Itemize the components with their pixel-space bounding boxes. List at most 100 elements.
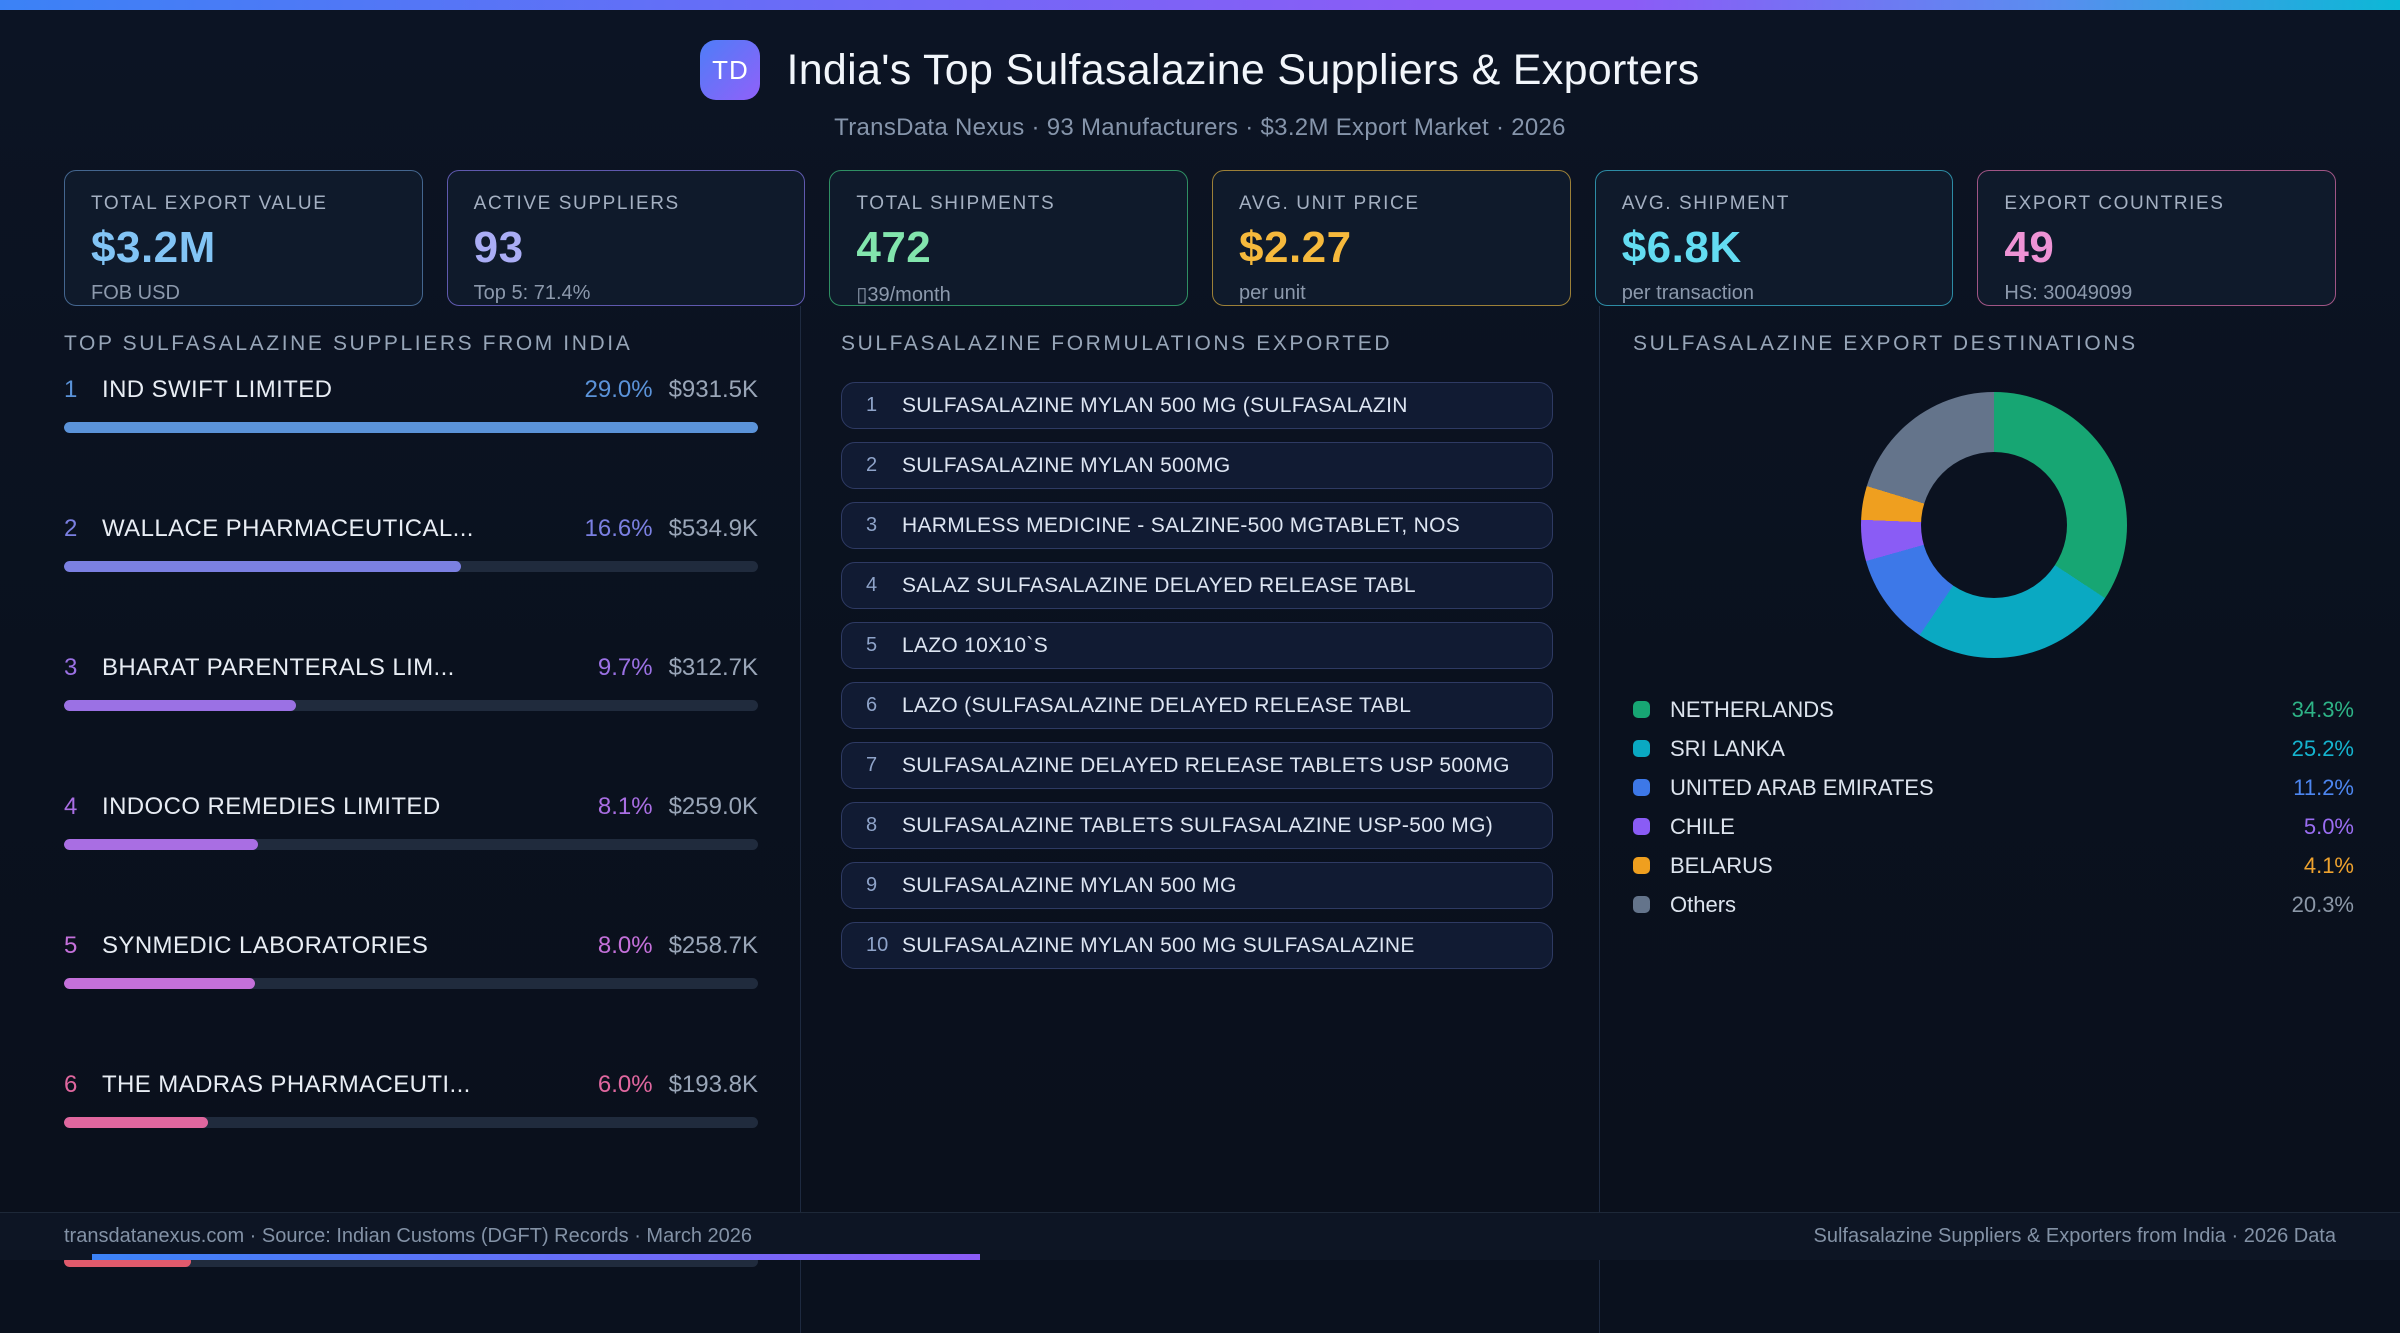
supplier-row-4[interactable]: 4 INDOCO REMEDIES LIMITED 8.1% $259.0K [64, 793, 758, 916]
supplier-bar-fill [64, 1117, 208, 1128]
stat-value: $3.2M [91, 223, 216, 272]
supplier-export-value: $193.8K [668, 1071, 758, 1098]
formulation-name: LAZO 10X10`S [902, 633, 1049, 657]
supplier-share-pct: 9.7% [597, 654, 653, 681]
legend-pct: 20.3% [2291, 891, 2354, 917]
legend-swatch [1633, 779, 1650, 796]
supplier-head: 6 THE MADRAS PHARMACEUTI... 6.0% $193.8K [64, 1071, 758, 1099]
legend-item-belarus[interactable]: BELARUS 4.1% [1633, 846, 2354, 885]
legend-pct: 11.2% [2293, 774, 2354, 800]
supplier-row-1[interactable]: 1 IND SWIFT LIMITED 29.0% $931.5K [64, 376, 758, 499]
formulation-name: SULFASALAZINE MYLAN 500 MG SULFASALAZINE [902, 933, 1415, 957]
legend-swatch [1633, 896, 1650, 913]
stats-row: TOTAL EXPORT VALUE $3.2M FOB USD ACTIVE SUP… [0, 170, 2400, 306]
footer-source-text: transdatanexus.com · Source: Indian Cust… [64, 1225, 753, 1247]
supplier-row-2[interactable]: 2 WALLACE PHARMACEUTICAL... 16.6% $534.9K [64, 515, 758, 638]
supplier-head: 5 SYNMEDIC LABORATORIES 8.0% $258.7K [64, 932, 758, 960]
stat-label: TOTAL EXPORT VALUE [91, 193, 328, 214]
stat-card-avg-unit-price: AVG. UNIT PRICE $2.27 per unit [1212, 170, 1571, 306]
formulation-rank: 1 [866, 394, 878, 416]
supplier-row-6[interactable]: 6 THE MADRAS PHARMACEUTI... 6.0% $193.8K [64, 1071, 758, 1194]
stat-value: $6.8K [1621, 223, 1742, 272]
formulation-pill-10[interactable]: 10 SULFASALAZINE MYLAN 500 MG SULFASALAZI… [841, 922, 1553, 969]
bottom-accent-bar [92, 1254, 980, 1260]
supplier-bar-track [64, 561, 758, 572]
stat-card-avg-shipment: AVG. SHIPMENT $6.8K per transaction [1594, 170, 1954, 306]
formulation-rank: 6 [866, 694, 878, 716]
legend-item-united-arab-emirates[interactable]: UNITED ARAB EMIRATES 11.2% [1633, 768, 2354, 807]
supplier-bar-fill [64, 561, 462, 572]
stat-card-total-shipments: TOTAL SHIPMENTS 472 ▯39/month [829, 170, 1189, 306]
destinations-panel: SULFASALAZINE EXPORT DESTINATIONS NETHER… [1600, 306, 2400, 1333]
legend-pct: 4.1% [2303, 852, 2354, 878]
supplier-name: SYNMEDIC LABORATORIES [102, 932, 429, 959]
supplier-share-pct: 8.1% [597, 793, 653, 820]
legend-label: CHILE [1670, 813, 1735, 839]
formulation-pill-7[interactable]: 7 SULFASALAZINE DELAYED RELEASE TABLETS U… [841, 742, 1553, 789]
stat-sub: per unit [1239, 282, 1306, 304]
stat-sub: ▯39/month [856, 284, 951, 306]
supplier-export-value: $312.7K [668, 654, 758, 681]
supplier-head: 1 IND SWIFT LIMITED 29.0% $931.5K [64, 376, 758, 404]
supplier-rank: 3 [64, 654, 78, 681]
legend-swatch [1633, 701, 1650, 718]
legend-item-chile[interactable]: CHILE 5.0% [1633, 807, 2354, 846]
formulation-pill-8[interactable]: 8 SULFASALAZINE TABLETS SULFASALAZINE USP… [841, 802, 1553, 849]
suppliers-list: 1 IND SWIFT LIMITED 29.0% $931.5K 2 WALLACE P… [64, 376, 758, 1333]
header: TD India's Top Sulfasalazine Suppliers &… [0, 40, 2400, 100]
formulation-name: SULFASALAZINE MYLAN 500MG [902, 453, 1231, 477]
stat-label: AVG. SHIPMENT [1621, 193, 1790, 214]
stat-sub: HS: 30049099 [2004, 282, 2133, 304]
legend-item-others[interactable]: Others 20.3% [1633, 885, 2354, 924]
supplier-row-3[interactable]: 3 BHARAT PARENTERALS LIM... 9.7% $312.7K [64, 654, 758, 777]
supplier-export-value: $258.7K [668, 932, 758, 959]
formulation-name: SULFASALAZINE DELAYED RELEASE TABLETS US… [902, 753, 1510, 777]
legend-pct: 25.2% [2291, 735, 2354, 761]
page-subtitle: TransData Nexus · 93 Manufacturers · $3.… [834, 114, 1566, 141]
formulation-pill-2[interactable]: 2 SULFASALAZINE MYLAN 500MG [841, 442, 1553, 489]
supplier-bar-fill [64, 422, 758, 433]
supplier-name: IND SWIFT LIMITED [102, 376, 333, 403]
formulation-pill-5[interactable]: 5 LAZO 10X10`S [841, 622, 1553, 669]
donut-chart [1860, 392, 2127, 658]
formulation-name: SULFASALAZINE MYLAN 500 MG [902, 873, 1237, 897]
supplier-name: WALLACE PHARMACEUTICAL... [102, 515, 474, 542]
formulation-rank: 8 [866, 814, 878, 836]
supplier-bar-track [64, 1117, 758, 1128]
supplier-export-value: $534.9K [668, 515, 758, 542]
suppliers-title: TOP SULFASALAZINE SUPPLIERS FROM INDIA [64, 332, 633, 355]
formulation-name: SULFASALAZINE TABLETS SULFASALAZINE USP-… [902, 813, 1494, 837]
stat-value: $2.27 [1239, 223, 1352, 272]
supplier-name: INDOCO REMEDIES LIMITED [102, 793, 441, 820]
formulation-pill-3[interactable]: 3 HARMLESS MEDICINE - SALZINE-500 MGTABLE… [841, 502, 1553, 549]
formulation-pill-6[interactable]: 6 LAZO (SULFASALAZINE DELAYED RELEASE TAB… [841, 682, 1553, 729]
supplier-export-value: $931.5K [668, 376, 758, 403]
supplier-rank: 5 [64, 932, 78, 959]
formulation-name: HARMLESS MEDICINE - SALZINE-500 MGTABLET… [902, 513, 1461, 537]
supplier-bar-fill [64, 839, 258, 850]
formulation-pill-1[interactable]: 1 SULFASALAZINE MYLAN 500 MG (SULFASALAZI… [841, 382, 1553, 429]
stat-sub: FOB USD [91, 282, 180, 304]
legend-item-sri-lanka[interactable]: SRI LANKA 25.2% [1633, 729, 2354, 768]
supplier-bar-track [64, 839, 758, 850]
formulation-pill-4[interactable]: 4 SALAZ SULFASALAZINE DELAYED RELEASE TAB… [841, 562, 1553, 609]
formulation-rank: 9 [866, 874, 878, 896]
legend-pct: 5.0% [2303, 813, 2354, 839]
stat-sub: Top 5: 71.4% [473, 282, 591, 304]
supplier-row-5[interactable]: 5 SYNMEDIC LABORATORIES 8.0% $258.7K [64, 932, 758, 1055]
footer: transdatanexus.com · Source: Indian Cust… [0, 1212, 2400, 1260]
footer-report-text: Sulfasalazine Suppliers & Exporters from… [1813, 1225, 2337, 1247]
stat-label: TOTAL SHIPMENTS [856, 193, 1056, 214]
formulation-pill-9[interactable]: 9 SULFASALAZINE MYLAN 500 MG [841, 862, 1553, 909]
formulations-list: 1 SULFASALAZINE MYLAN 500 MG (SULFASALAZI… [841, 382, 1553, 969]
supplier-rank: 1 [64, 376, 78, 403]
donut-chart-wrap [1633, 392, 2354, 658]
formulation-name: SULFASALAZINE MYLAN 500 MG (SULFASALAZIN [902, 393, 1408, 417]
legend-item-netherlands[interactable]: NETHERLANDS 34.3% [1633, 690, 2354, 729]
donut-legend: NETHERLANDS 34.3% SRI LANKA 25.2% UNITED ARA… [1633, 690, 2354, 924]
supplier-bar-track [64, 978, 758, 989]
legend-swatch [1633, 818, 1650, 835]
brand-logo: TD [700, 40, 761, 100]
supplier-rank: 2 [64, 515, 78, 542]
legend-label: UNITED ARAB EMIRATES [1670, 774, 1934, 800]
